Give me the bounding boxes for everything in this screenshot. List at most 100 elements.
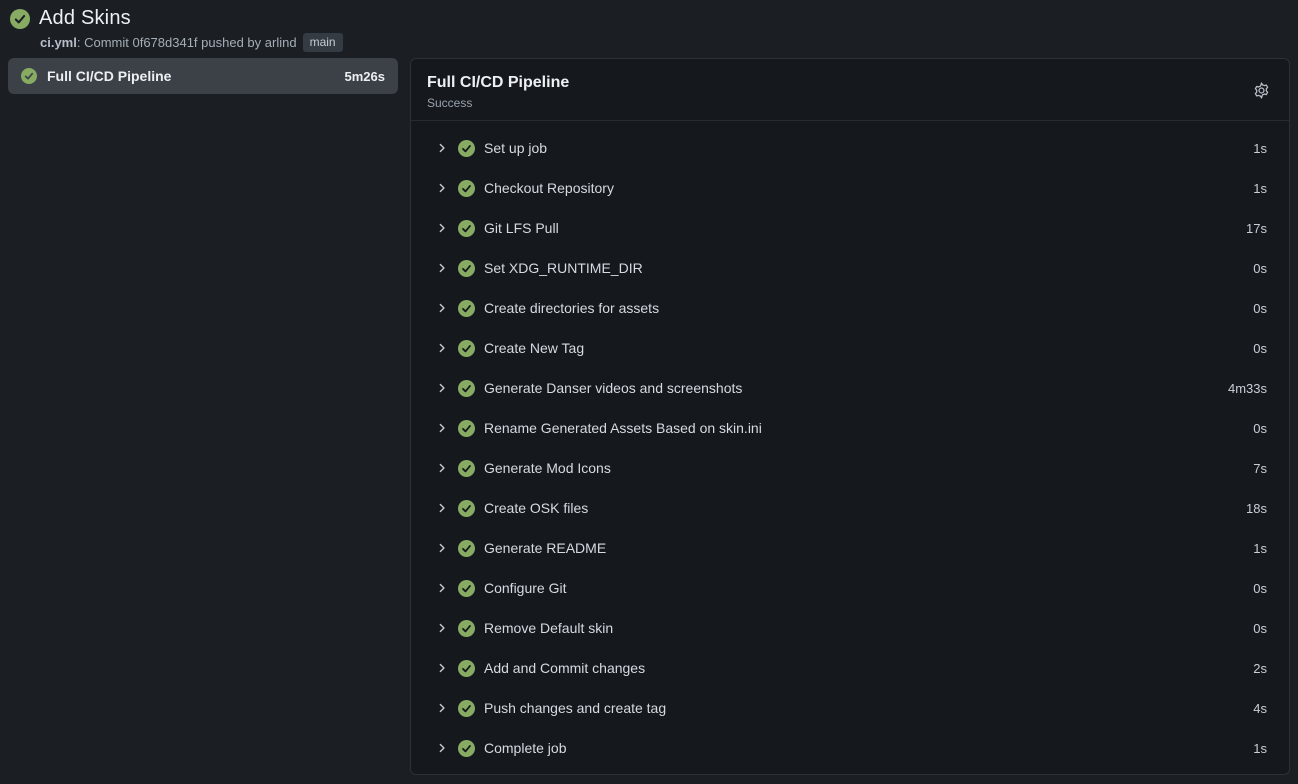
check-circle-icon (458, 340, 475, 357)
job-panel-header: Full CI/CD Pipeline Success (411, 59, 1289, 120)
step-row[interactable]: Generate Danser videos and screenshots 4… (411, 368, 1289, 408)
job-panel-title: Full CI/CD Pipeline (427, 73, 1269, 93)
step-name: Add and Commit changes (484, 660, 645, 676)
step-row[interactable]: Configure Git 0s (411, 568, 1289, 608)
step-row[interactable]: Create New Tag 0s (411, 328, 1289, 368)
check-circle-icon (458, 660, 475, 677)
check-circle-icon (458, 740, 475, 757)
step-duration: 0s (1253, 261, 1267, 276)
chevron-right-icon[interactable] (435, 181, 449, 195)
job-duration: 5m26s (345, 69, 385, 84)
check-circle-icon (458, 460, 475, 477)
chevron-right-icon[interactable] (435, 381, 449, 395)
check-circle-icon (458, 260, 475, 277)
step-duration: 7s (1253, 461, 1267, 476)
author-link[interactable]: arlind (265, 35, 297, 50)
check-circle-icon (458, 620, 475, 637)
step-row[interactable]: Checkout Repository 1s (411, 168, 1289, 208)
chevron-right-icon[interactable] (435, 501, 449, 515)
chevron-right-icon[interactable] (435, 141, 449, 155)
step-name: Create directories for assets (484, 300, 659, 316)
step-name: Create OSK files (484, 500, 588, 516)
pushed-by-text: pushed by (198, 35, 265, 50)
step-duration: 0s (1253, 301, 1267, 316)
step-duration: 1s (1253, 541, 1267, 556)
step-row[interactable]: Remove Default skin 0s (411, 608, 1289, 648)
step-row[interactable]: Add and Commit changes 2s (411, 648, 1289, 688)
step-row[interactable]: Generate Mod Icons 7s (411, 448, 1289, 488)
step-row[interactable]: Complete job 1s (411, 728, 1289, 768)
chevron-right-icon[interactable] (435, 461, 449, 475)
step-row[interactable]: Set XDG_RUNTIME_DIR 0s (411, 248, 1289, 288)
step-row[interactable]: Set up job 1s (411, 128, 1289, 168)
chevron-right-icon[interactable] (435, 261, 449, 275)
step-name: Create New Tag (484, 340, 584, 356)
step-list: Set up job 1s Checkout Repository 1s (411, 121, 1289, 775)
gear-icon[interactable] (1251, 80, 1271, 100)
job-list-sidebar: Full CI/CD Pipeline 5m26s (8, 58, 398, 94)
step-duration: 0s (1253, 581, 1267, 596)
step-row[interactable]: Create directories for assets 0s (411, 288, 1289, 328)
commit-prefix-text: : Commit (77, 35, 133, 50)
step-row[interactable]: Git LFS Pull 17s (411, 208, 1289, 248)
step-name: Remove Default skin (484, 620, 613, 636)
workflow-file-link[interactable]: ci.yml (40, 35, 77, 50)
step-name: Configure Git (484, 580, 566, 596)
check-circle-icon (458, 300, 475, 317)
check-circle-icon (458, 700, 475, 717)
step-name: Set up job (484, 140, 547, 156)
chevron-right-icon[interactable] (435, 581, 449, 595)
step-duration: 17s (1246, 221, 1267, 236)
chevron-right-icon[interactable] (435, 541, 449, 555)
check-circle-icon (458, 140, 475, 157)
chevron-right-icon[interactable] (435, 661, 449, 675)
step-row[interactable]: Create OSK files 18s (411, 488, 1289, 528)
step-name: Rename Generated Assets Based on skin.in… (484, 420, 762, 436)
step-duration: 1s (1253, 141, 1267, 156)
step-name: Git LFS Pull (484, 220, 559, 236)
step-name: Generate Mod Icons (484, 460, 611, 476)
step-name: Push changes and create tag (484, 700, 666, 716)
step-duration: 1s (1253, 741, 1267, 756)
commit-summary: ci.yml: Commit 0f678d341f pushed by arli… (40, 33, 1286, 52)
job-detail-panel: Full CI/CD Pipeline Success (410, 58, 1290, 775)
check-circle-icon (458, 540, 475, 557)
branch-badge[interactable]: main (303, 33, 343, 52)
step-duration: 4m33s (1228, 381, 1267, 396)
step-duration: 1s (1253, 181, 1267, 196)
job-list-item-full-pipeline[interactable]: Full CI/CD Pipeline 5m26s (8, 58, 398, 94)
chevron-right-icon[interactable] (435, 341, 449, 355)
check-circle-icon (458, 500, 475, 517)
run-header: Add Skins ci.yml: Commit 0f678d341f push… (0, 0, 1298, 58)
chevron-right-icon[interactable] (435, 621, 449, 635)
step-duration: 0s (1253, 341, 1267, 356)
step-duration: 18s (1246, 501, 1267, 516)
actions-run-page: Add Skins ci.yml: Commit 0f678d341f push… (0, 0, 1298, 784)
check-circle-icon (458, 180, 475, 197)
chevron-right-icon[interactable] (435, 421, 449, 435)
run-status-check-circle-icon (10, 9, 30, 29)
chevron-right-icon[interactable] (435, 221, 449, 235)
check-circle-icon (458, 380, 475, 397)
step-duration: 0s (1253, 621, 1267, 636)
step-row[interactable]: Rename Generated Assets Based on skin.in… (411, 408, 1289, 448)
chevron-right-icon[interactable] (435, 701, 449, 715)
job-status-text: Success (427, 96, 1269, 110)
step-name: Generate Danser videos and screenshots (484, 380, 742, 396)
step-row[interactable]: Push changes and create tag 4s (411, 688, 1289, 728)
check-circle-icon (458, 580, 475, 597)
run-content: Full CI/CD Pipeline 5m26s Full CI/CD Pip… (0, 58, 1298, 775)
chevron-right-icon[interactable] (435, 741, 449, 755)
step-name: Checkout Repository (484, 180, 614, 196)
commit-hash-link[interactable]: 0f678d341f (132, 35, 197, 50)
chevron-right-icon[interactable] (435, 301, 449, 315)
step-duration: 2s (1253, 661, 1267, 676)
step-row[interactable]: Generate README 1s (411, 528, 1289, 568)
step-name: Generate README (484, 540, 606, 556)
check-circle-icon (458, 420, 475, 437)
step-name: Complete job (484, 740, 567, 756)
step-name: Set XDG_RUNTIME_DIR (484, 260, 643, 276)
job-check-circle-icon (21, 68, 37, 84)
check-circle-icon (458, 220, 475, 237)
run-title: Add Skins (39, 7, 131, 30)
